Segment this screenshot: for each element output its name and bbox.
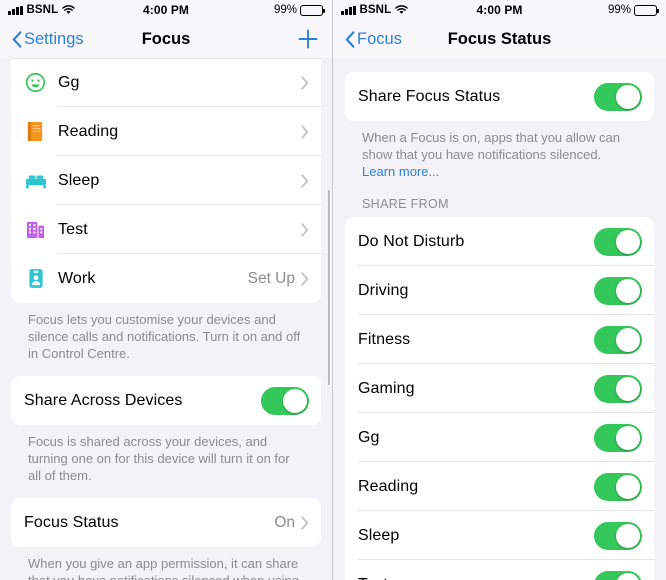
focus-status-footnote: When you give an app permission, it can … bbox=[28, 556, 299, 580]
share-focus-status-label: Share Focus Status bbox=[358, 87, 501, 105]
focus-status-row[interactable]: Focus Status On bbox=[11, 498, 321, 547]
focus-footnote: Focus lets you customise your devices an… bbox=[28, 312, 301, 361]
back-button-label: Settings bbox=[24, 29, 84, 48]
carrier-label: BSNL bbox=[359, 4, 392, 16]
chevron-right-icon bbox=[301, 124, 309, 139]
share-focus-status-card: Share Focus Status bbox=[345, 72, 654, 121]
chevron-left-icon bbox=[345, 30, 355, 48]
focus-row-sleep[interactable]: Sleep bbox=[11, 156, 321, 205]
building-icon bbox=[24, 218, 47, 241]
share-from-toggle[interactable] bbox=[594, 227, 642, 256]
share-from-label: Fitness bbox=[358, 330, 411, 348]
share-from-toggle[interactable] bbox=[594, 472, 642, 501]
share-from-row-gg[interactable]: Gg bbox=[345, 413, 654, 462]
chevron-right-icon bbox=[301, 515, 309, 530]
focus-row-test[interactable]: Test bbox=[11, 205, 321, 254]
focus-row-label: Sleep bbox=[58, 171, 100, 189]
status-bar-right: BSNL 4:00 PM 99% bbox=[333, 0, 666, 20]
nav-bar-left: Settings Focus bbox=[0, 20, 332, 58]
share-from-label: Sleep bbox=[358, 526, 400, 544]
share-from-row-do-not-disturb[interactable]: Do Not Disturb bbox=[345, 217, 654, 266]
status-bar-left-group: BSNL bbox=[341, 4, 408, 16]
focus-status-card: Focus Status On bbox=[11, 498, 321, 547]
chevron-right-icon bbox=[301, 75, 309, 90]
share-focus-status-footnote: When a Focus is on, apps that you allow … bbox=[345, 121, 654, 180]
status-bar-right-group: 99% bbox=[607, 4, 660, 16]
cellular-bars-icon bbox=[341, 5, 356, 15]
plus-icon bbox=[298, 29, 318, 49]
share-across-devices-card: Share Across Devices bbox=[11, 376, 321, 425]
focus-status-label: Focus Status bbox=[24, 513, 119, 531]
focus-row-work[interactable]: Work Set Up bbox=[11, 254, 321, 303]
battery-percent-label: 99% bbox=[273, 4, 297, 16]
share-from-row-driving[interactable]: Driving bbox=[345, 266, 654, 315]
dual-screenshot: BSNL 4:00 PM 99% Settings Focus Gg Readi… bbox=[0, 0, 666, 580]
wifi-icon bbox=[62, 5, 75, 15]
chevron-right-icon bbox=[301, 173, 309, 188]
smiley-face-icon bbox=[24, 71, 47, 94]
back-button-settings[interactable]: Settings bbox=[12, 30, 84, 49]
bed-icon bbox=[24, 169, 47, 192]
id-badge-icon bbox=[24, 267, 47, 290]
right-screen-focus-status: BSNL 4:00 PM 99% Focus Focus Status Shar… bbox=[333, 0, 666, 580]
share-from-toggle[interactable] bbox=[594, 325, 642, 354]
share-from-card: Do Not Disturb Driving Fitness Gaming Gg… bbox=[345, 217, 654, 580]
share-across-devices-label: Share Across Devices bbox=[24, 391, 183, 409]
focus-row-label: Work bbox=[58, 269, 96, 287]
share-from-row-fitness[interactable]: Fitness bbox=[345, 315, 654, 364]
share-from-toggle[interactable] bbox=[594, 276, 642, 305]
right-content: Share Focus Status When a Focus is on, a… bbox=[333, 58, 666, 580]
focus-profiles-card: Gg Reading Sleep Test Work Set Up bbox=[11, 58, 321, 303]
left-screen-focus-settings: BSNL 4:00 PM 99% Settings Focus Gg Readi… bbox=[0, 0, 333, 580]
status-bar-right-group: 99% bbox=[273, 4, 326, 16]
battery-percent-label: 99% bbox=[607, 4, 631, 16]
share-from-row-test[interactable]: Test bbox=[345, 560, 654, 580]
focus-status-value: On bbox=[274, 513, 295, 531]
share-focus-status-row[interactable]: Share Focus Status bbox=[345, 72, 654, 121]
add-focus-button[interactable] bbox=[296, 27, 320, 51]
focus-row-gg[interactable]: Gg bbox=[11, 58, 321, 107]
share-from-row-gaming[interactable]: Gaming bbox=[345, 364, 654, 413]
share-focus-status-toggle[interactable] bbox=[594, 82, 642, 111]
share-from-label: Do Not Disturb bbox=[358, 232, 465, 250]
share-from-row-sleep[interactable]: Sleep bbox=[345, 511, 654, 560]
share-from-toggle[interactable] bbox=[594, 570, 642, 580]
share-from-label: Test bbox=[358, 576, 388, 580]
share-from-row-reading[interactable]: Reading bbox=[345, 462, 654, 511]
scrollbar-left[interactable] bbox=[327, 190, 330, 385]
focus-row-label: Reading bbox=[58, 122, 119, 140]
chevron-left-icon bbox=[12, 30, 22, 48]
share-from-label: Gg bbox=[358, 428, 380, 446]
share-across-devices-footnote: Focus is shared across your devices, and… bbox=[28, 434, 290, 483]
chevron-right-icon bbox=[301, 222, 309, 237]
focus-row-value: Set Up bbox=[247, 269, 295, 287]
wifi-icon bbox=[395, 5, 408, 15]
battery-icon bbox=[300, 4, 326, 16]
status-bar-left: BSNL 4:00 PM 99% bbox=[0, 0, 332, 20]
share-from-toggle[interactable] bbox=[594, 423, 642, 452]
share-from-label: Gaming bbox=[358, 379, 415, 397]
cellular-bars-icon bbox=[8, 5, 23, 15]
status-bar-left-group: BSNL bbox=[8, 4, 75, 16]
footnote-text: When a Focus is on, apps that you allow … bbox=[362, 130, 620, 162]
carrier-label: BSNL bbox=[26, 4, 59, 16]
nav-bar-right: Focus Focus Status bbox=[333, 20, 666, 58]
share-across-devices-toggle[interactable] bbox=[261, 386, 309, 415]
focus-row-label: Gg bbox=[58, 73, 80, 91]
book-icon bbox=[24, 120, 47, 143]
share-from-label: Reading bbox=[358, 477, 419, 495]
share-from-toggle[interactable] bbox=[594, 521, 642, 550]
chevron-right-icon bbox=[301, 271, 309, 286]
learn-more-link[interactable]: Learn more... bbox=[362, 164, 439, 179]
share-from-header: SHARE FROM bbox=[362, 197, 449, 211]
focus-row-label: Test bbox=[58, 220, 88, 238]
battery-icon bbox=[634, 4, 660, 16]
back-button-focus[interactable]: Focus bbox=[345, 30, 402, 49]
left-content: Gg Reading Sleep Test Work Set Up Focus … bbox=[0, 58, 332, 580]
share-across-devices-row[interactable]: Share Across Devices bbox=[11, 376, 321, 425]
share-from-toggle[interactable] bbox=[594, 374, 642, 403]
back-button-label: Focus bbox=[357, 29, 402, 48]
focus-row-reading[interactable]: Reading bbox=[11, 107, 321, 156]
share-from-label: Driving bbox=[358, 281, 409, 299]
